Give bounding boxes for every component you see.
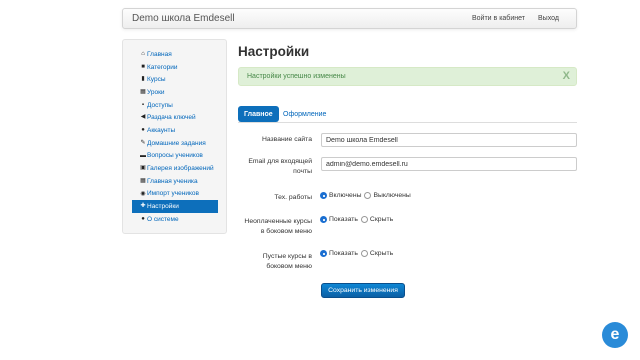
empty-hide-radio[interactable] (360, 250, 368, 257)
sidebar-item-access[interactable]: ▪ Доступы (123, 99, 226, 112)
empty-show-radio[interactable] (320, 250, 327, 257)
brand-name[interactable]: Demo школа Emdesell (132, 13, 235, 24)
sidebar-item-label: Курсы (147, 76, 166, 84)
sidebar-item-label: Импорт учеников (147, 190, 199, 198)
lock-icon: ▪ (141, 101, 145, 108)
info-icon: ● (141, 215, 145, 222)
sidebar-item-label: Аккаунты (147, 126, 176, 134)
top-navbar: Demo школа Emdesell Войти в кабинет Выхо… (122, 8, 577, 29)
maintenance-on-radio[interactable] (320, 192, 327, 199)
alert-message: Настройки успешно изменены (247, 73, 346, 80)
sidebar-item-label: Вопросы учеников (147, 152, 203, 160)
comment-icon: ▬ (140, 152, 146, 159)
sidebar-item-gallery[interactable]: ▣ Галерея изображений (123, 162, 226, 175)
sidebar-item-label: Раздача ключей (147, 114, 196, 122)
close-icon[interactable]: X (563, 70, 570, 82)
sidebar-item-homework[interactable]: ✎ Домашние задания (123, 137, 226, 150)
site-name-label: Название сайта (261, 136, 312, 143)
sidebar-item-import[interactable]: ◉ Импорт учеников (123, 188, 226, 201)
tab-design[interactable]: Оформление (277, 106, 332, 122)
maintenance-label: Тех. работы (274, 194, 312, 201)
sidebar-item-label: Главная ученика (147, 177, 198, 185)
sidebar-item-label: Главная (147, 50, 172, 58)
grid-list-icon: ▦ (140, 89, 146, 96)
unpaid-courses-radio-group: Показать Скрыть (320, 216, 396, 223)
sidebar-item-label: Галерея изображений (147, 165, 214, 173)
maintenance-radio-group: Включены Выключены (320, 192, 414, 199)
user-icon: ● (141, 127, 145, 134)
picture-icon: ▣ (140, 165, 146, 172)
sidebar-item-keys[interactable]: ◀ Раздача ключей (123, 111, 226, 124)
unpaid-show-label: Показать (329, 216, 358, 223)
unpaid-hide-label: Скрыть (369, 216, 394, 223)
sidebar-item-courses[interactable]: ▮ Курсы (123, 73, 226, 86)
unpaid-courses-label: Неоплаченные курсы в боковом меню (244, 218, 312, 235)
success-alert: Настройки успешно изменены X (238, 67, 577, 86)
sidebar-item-student-home[interactable]: ▦ Главная ученика (123, 175, 226, 188)
sidebar-item-label: О системе (147, 215, 179, 223)
unpaid-show-radio[interactable] (320, 216, 327, 223)
th-large-icon: ▦ (140, 177, 146, 184)
pencil-icon: ✎ (140, 139, 146, 146)
briefcase-icon: ■ (141, 63, 145, 70)
tab-main[interactable]: Главное (238, 106, 279, 122)
sidebar-nav: ⌂ Главная ■ Категории ▮ Курсы ▦ Уроки ▪ … (122, 39, 227, 234)
empty-show-label: Показать (329, 250, 358, 257)
maintenance-off-radio[interactable] (364, 192, 372, 199)
sidebar-item-label: Настройки (147, 203, 179, 211)
bullhorn-icon: ◀ (140, 114, 146, 121)
save-button[interactable]: Сохранить изменения (321, 283, 405, 298)
settings-tabs: Главное Оформление (238, 106, 577, 123)
sidebar-item-settings[interactable]: ✚ Настройки (132, 200, 218, 213)
book-icon: ▮ (141, 76, 145, 83)
help-chat-icon[interactable]: e (602, 322, 628, 348)
unpaid-hide-radio[interactable] (360, 216, 368, 223)
sidebar-item-label: Категории (147, 63, 178, 71)
home-icon: ⌂ (141, 51, 145, 57)
sidebar-item-categories[interactable]: ■ Категории (123, 61, 226, 74)
maintenance-off-label: Выключены (373, 192, 411, 199)
empty-hide-label: Скрыть (369, 250, 394, 257)
empty-courses-label: Пустые курсы в боковом меню (262, 253, 312, 270)
wrench-icon: ✚ (140, 203, 146, 210)
site-name-input[interactable] (321, 133, 577, 147)
logout-link[interactable]: Выход (538, 15, 559, 22)
login-link[interactable]: Войти в кабинет (472, 15, 525, 22)
maintenance-on-label: Включены (329, 192, 362, 199)
sidebar-item-lessons[interactable]: ▦ Уроки (123, 86, 226, 99)
sidebar-item-label: Домашние задания (147, 139, 206, 147)
sidebar-item-label: Доступы (147, 101, 173, 109)
sidebar-item-label: Уроки (147, 88, 165, 96)
empty-courses-radio-group: Показать Скрыть (320, 250, 396, 257)
sidebar-item-home[interactable]: ⌂ Главная (123, 48, 226, 61)
email-label: Email для входящей почты (248, 158, 312, 175)
import-icon: ◉ (140, 190, 146, 197)
sidebar-item-questions[interactable]: ▬ Вопросы учеников (123, 150, 226, 163)
sidebar-item-about[interactable]: ● О системе (123, 213, 226, 226)
sidebar-item-accounts[interactable]: ● Аккаунты (123, 124, 226, 137)
email-input[interactable] (321, 157, 577, 171)
page-title: Настройки (238, 44, 310, 59)
